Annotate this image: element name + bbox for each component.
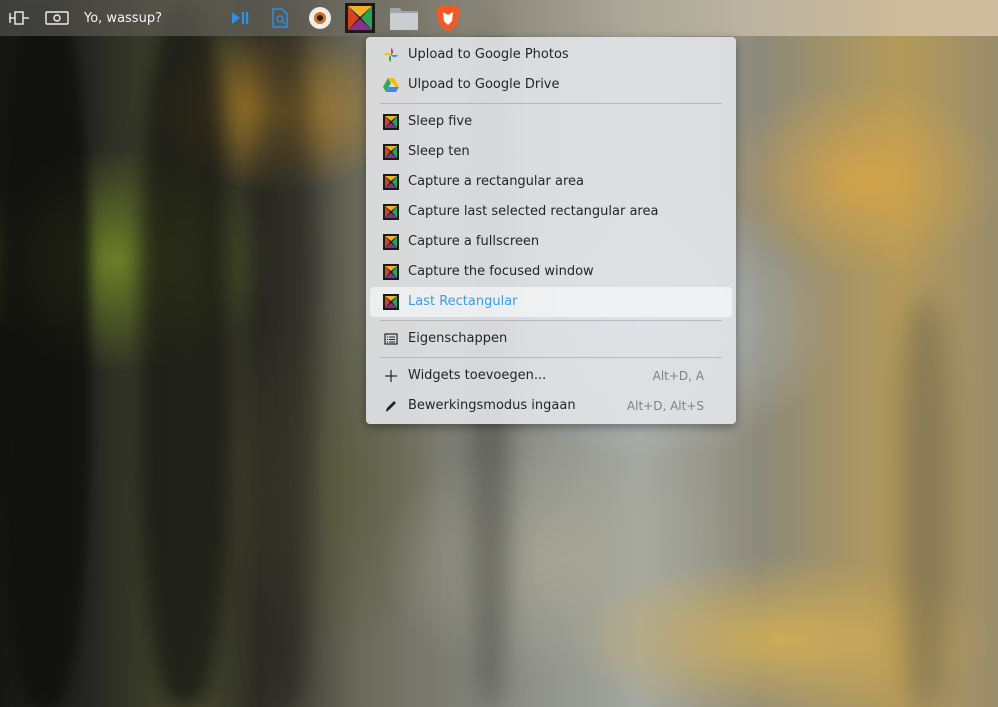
menu-item-upload-google-drive[interactable]: Ulpoad to Google Drive — [370, 70, 732, 100]
menu-item-label: Last Rectangular — [408, 294, 518, 309]
folder-icon[interactable] — [388, 0, 420, 36]
eye-icon[interactable] — [306, 0, 334, 36]
menu-item-sleep-five[interactable]: Sleep five — [370, 107, 732, 137]
menu-item-sleep-ten[interactable]: Sleep ten — [370, 137, 732, 167]
properties-icon — [383, 331, 399, 347]
plus-icon — [383, 368, 399, 384]
menu-item-shortcut: Alt+D, A — [652, 369, 704, 383]
panel-pin-icon[interactable] — [6, 0, 32, 36]
menu-item-last-rectangular[interactable]: Last Rectangular — [370, 287, 732, 317]
menu-item-properties[interactable]: Eigenschappen — [370, 324, 732, 354]
menu-item-capture-last-rectangular-area[interactable]: Capture last selected rectangular area — [370, 197, 732, 227]
flameshot-icon — [383, 114, 399, 130]
menu-item-label: Sleep ten — [408, 144, 470, 159]
panel-status-text: Yo, wassup? — [84, 0, 162, 36]
menu-item-label: Bewerkingsmodus ingaan — [408, 398, 576, 413]
menu-item-label: Capture a rectangular area — [408, 174, 584, 189]
pencil-icon — [383, 398, 399, 414]
menu-item-label: Sleep five — [408, 114, 473, 129]
top-panel: Yo, wassup? — [0, 0, 998, 36]
menu-item-label: Ulpoad to Google Drive — [408, 77, 560, 92]
document-search-icon[interactable] — [268, 0, 292, 36]
menu-separator — [380, 103, 722, 104]
menu-item-add-widgets[interactable]: Widgets toevoegen... Alt+D, A — [370, 361, 732, 391]
menu-item-label: Capture the focused window — [408, 264, 594, 279]
menu-item-shortcut: Alt+D, Alt+S — [626, 399, 704, 413]
menu-item-capture-focused-window[interactable]: Capture the focused window — [370, 257, 732, 287]
flameshot-icon — [383, 264, 399, 280]
flameshot-icon — [383, 234, 399, 250]
flameshot-icon — [383, 174, 399, 190]
menu-separator — [380, 320, 722, 321]
context-menu: Upload to Google Photos Ulpoad to Google… — [366, 37, 736, 424]
panel-status-label: Yo, wassup? — [84, 10, 162, 26]
menu-item-capture-fullscreen[interactable]: Capture a fullscreen — [370, 227, 732, 257]
brave-browser-icon[interactable] — [433, 0, 463, 36]
menu-item-label: Capture last selected rectangular area — [408, 204, 659, 219]
menu-item-label: Upload to Google Photos — [408, 47, 569, 62]
flameshot-icon — [383, 204, 399, 220]
flameshot-icon — [383, 144, 399, 160]
menu-item-label: Widgets toevoegen... — [408, 368, 547, 383]
flameshot-icon[interactable] — [344, 0, 376, 36]
menu-item-edit-mode[interactable]: Bewerkingsmodus ingaan Alt+D, Alt+S — [370, 391, 732, 421]
google-drive-icon — [383, 77, 399, 93]
menu-item-upload-google-photos[interactable]: Upload to Google Photos — [370, 40, 732, 70]
flameshot-icon — [383, 294, 399, 310]
google-photos-icon — [383, 47, 399, 63]
menu-item-label: Capture a fullscreen — [408, 234, 540, 249]
menu-item-capture-rectangular-area[interactable]: Capture a rectangular area — [370, 167, 732, 197]
menu-item-label: Eigenschappen — [408, 331, 508, 346]
media-play-pause-icon[interactable] — [228, 0, 252, 36]
menu-separator — [380, 357, 722, 358]
screenshot-icon[interactable] — [44, 0, 70, 36]
